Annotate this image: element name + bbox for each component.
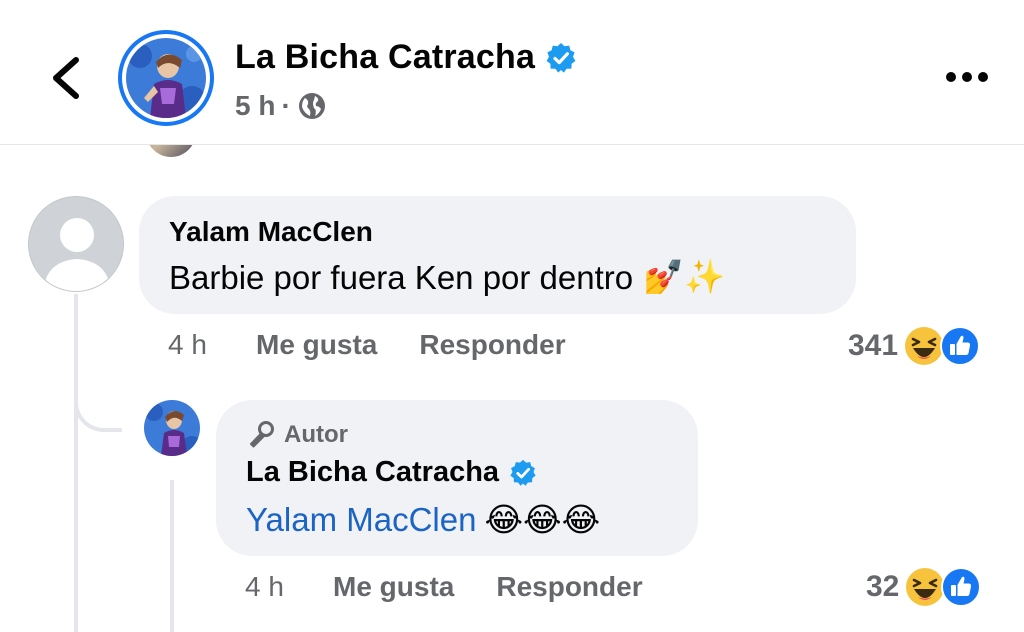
back-button[interactable]	[44, 52, 88, 104]
reply-button[interactable]: Responder	[419, 329, 565, 361]
meta-separator: ·	[281, 90, 291, 121]
reply-author-name[interactable]: La Bicha Catracha	[246, 456, 537, 489]
verified-badge-icon	[510, 459, 536, 486]
comment-time[interactable]: 4 h	[168, 329, 256, 361]
reaction-count: 341	[848, 329, 899, 362]
like-reaction-icon	[940, 326, 981, 366]
verified-badge-icon	[546, 42, 576, 73]
post-header: La Bicha Catracha 5 h ·	[0, 0, 1024, 145]
reply-emojis: 😂😂😂	[484, 501, 601, 538]
like-reaction-icon	[941, 567, 982, 607]
more-dots-icon	[946, 72, 988, 82]
post-meta: 5 h ·	[235, 90, 327, 122]
page-avatar[interactable]	[118, 30, 214, 126]
like-button[interactable]: Me gusta	[256, 329, 377, 361]
comment-bubble[interactable]: Yalam MacClen Barbie por fuera Ken por d…	[139, 196, 856, 314]
reply-reaction-count: 32	[866, 570, 900, 603]
page-name-label: La Bicha Catracha	[235, 38, 536, 76]
comment-text: Barbie por fuera Ken por dentro 💅✨	[169, 258, 725, 297]
comments-screen: La Bicha Catracha 5 h · Yalam MacClen Ba…	[0, 0, 1024, 632]
comment-reactions[interactable]: 341	[848, 326, 981, 366]
mention-link[interactable]: Yalam MacClen	[246, 501, 476, 539]
reply-author-label: La Bicha Catracha	[246, 456, 500, 488]
reply-like-button[interactable]: Me gusta	[333, 571, 454, 603]
reply-thread-line	[170, 480, 174, 632]
comment-text-content: Barbie por fuera Ken por dentro	[169, 258, 634, 296]
haha-reaction-icon	[906, 568, 945, 606]
chevron-left-icon	[53, 57, 79, 99]
reply-reactions[interactable]: 32	[866, 567, 982, 607]
microphone-icon	[250, 421, 274, 448]
reply-text: Yalam MacClen 😂😂😂	[246, 500, 600, 539]
globe-icon	[298, 93, 325, 119]
reply-time[interactable]: 4 h	[245, 571, 333, 603]
page-name[interactable]: La Bicha Catracha	[235, 38, 577, 77]
reply-author-avatar[interactable]	[144, 400, 200, 456]
reply-actions: 4 h Me gusta Responder	[245, 571, 643, 603]
more-options-button[interactable]	[944, 62, 990, 92]
post-time[interactable]: 5 h	[235, 90, 275, 122]
author-badge-label: Autor	[284, 421, 348, 448]
thread-connector	[74, 380, 122, 432]
author-badge: Autor	[246, 420, 348, 450]
default-avatar-icon	[29, 197, 123, 291]
haha-reaction-icon	[905, 327, 944, 365]
reply-bubble[interactable]: Autor La Bicha Catracha Yalam MacClen 😂😂…	[216, 400, 698, 556]
previous-comment-avatar	[146, 145, 196, 157]
comment-emojis: 💅✨	[643, 258, 726, 295]
reply-reply-button[interactable]: Responder	[496, 571, 642, 603]
thread-line	[74, 294, 78, 632]
comment-actions: 4 h Me gusta Responder	[168, 329, 566, 361]
commenter-name[interactable]: Yalam MacClen	[169, 216, 373, 248]
commenter-avatar[interactable]	[28, 196, 124, 292]
